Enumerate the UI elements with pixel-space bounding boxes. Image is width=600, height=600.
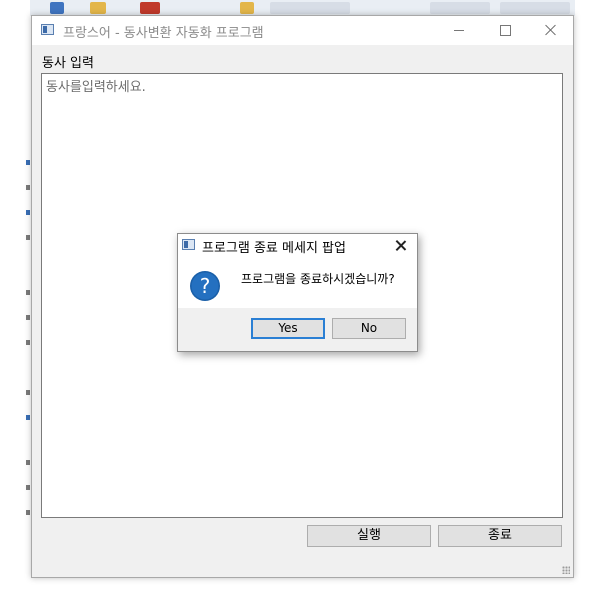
quit-button[interactable]: 종료 (438, 525, 562, 547)
close-icon (545, 24, 557, 36)
dialog-title-bar[interactable]: 프로그램 종료 메세지 팝업 (178, 234, 417, 256)
minimize-icon (454, 30, 464, 31)
dialog-body: ? 프로그램을 종료하시겠습니까? (178, 256, 417, 308)
question-icon: ? (190, 271, 220, 301)
window-title: 프랑스어 - 동사변환 자동화 프로그램 (63, 26, 264, 41)
exit-confirm-dialog: 프로그램 종료 메세지 팝업 ? 프로그램을 종료하시겠습니까? Yes No (177, 233, 418, 352)
background-app-icon (50, 2, 64, 14)
resize-grip[interactable] (562, 566, 570, 574)
app-icon (41, 24, 54, 35)
dialog-close-button[interactable] (390, 235, 412, 255)
background-tab (430, 2, 490, 14)
minimize-button[interactable] (436, 16, 482, 45)
background-folder-icon (90, 2, 106, 14)
background-tab (500, 2, 570, 14)
maximize-button[interactable] (482, 16, 528, 45)
background-tab (270, 2, 350, 14)
verb-input-label: 동사 입력 (42, 56, 94, 71)
title-bar[interactable]: 프랑스어 - 동사변환 자동화 프로그램 (32, 16, 573, 45)
close-button[interactable] (528, 16, 574, 45)
no-button[interactable]: No (332, 318, 406, 339)
dialog-message: 프로그램을 종료하시겠습니까? (241, 272, 395, 286)
verb-input-placeholder: 동사를입력하세요. (46, 80, 146, 95)
screen: 프랑스어 - 동사변환 자동화 프로그램 동사 입력 동사를입력하세요. 실행 … (0, 0, 600, 600)
svg-text:?: ? (200, 274, 211, 298)
run-button[interactable]: 실행 (307, 525, 431, 547)
background-taskbar-strip (30, 0, 575, 16)
dialog-app-icon (182, 239, 195, 250)
dialog-title: 프로그램 종료 메세지 팝업 (202, 241, 346, 256)
yes-button[interactable]: Yes (251, 318, 325, 339)
background-stop-icon (140, 2, 160, 14)
maximize-icon (500, 25, 511, 36)
background-folder-icon (240, 2, 254, 14)
